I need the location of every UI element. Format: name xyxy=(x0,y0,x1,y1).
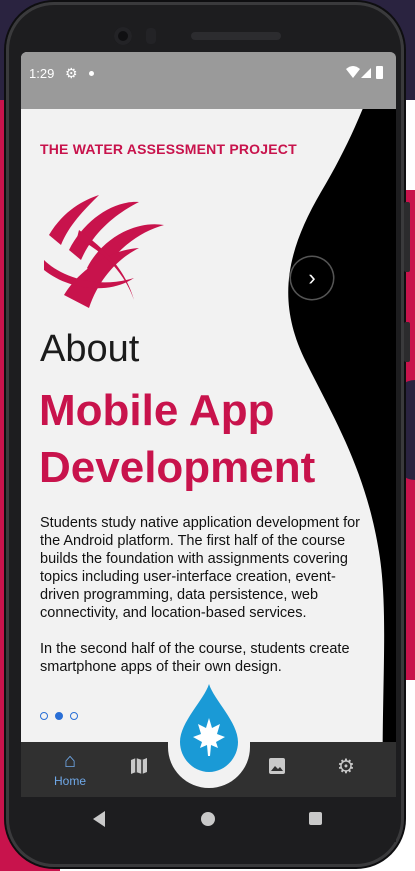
dot-icon xyxy=(89,71,94,76)
university-logo-icon xyxy=(44,195,164,308)
project-title: THE WATER ASSESSMENT PROJECT xyxy=(40,141,297,157)
home-icon: ⌂ xyxy=(63,750,77,772)
nav-item-home[interactable]: ⌂ Home xyxy=(45,750,95,794)
nav-item-settings[interactable]: ⚙ xyxy=(321,756,371,797)
pager-dot-active[interactable] xyxy=(55,712,63,720)
description-paragraph-2: In the second half of the course, studen… xyxy=(40,641,350,675)
volume-button xyxy=(404,202,410,272)
camera-icon xyxy=(114,27,132,45)
system-navigation-bar xyxy=(21,797,396,842)
gear-icon: ⚙ xyxy=(65,65,78,81)
chevron-right-icon: › xyxy=(308,265,316,290)
settings-icon: ⚙ xyxy=(337,756,355,778)
pager-dot[interactable] xyxy=(40,712,48,720)
next-button[interactable]: › xyxy=(291,257,333,299)
battery-icon xyxy=(376,66,383,79)
speaker-grille xyxy=(191,32,281,40)
nav-item-map[interactable] xyxy=(114,756,164,797)
gallery-icon xyxy=(252,756,302,781)
recent-apps-icon[interactable] xyxy=(309,812,322,825)
pager-indicator xyxy=(40,712,78,720)
nav-item-gallery[interactable] xyxy=(252,756,302,797)
status-time: 1:29 xyxy=(29,66,55,81)
page-headline: Mobile App Development xyxy=(39,386,316,492)
sensor-icon xyxy=(146,28,156,44)
about-label: About xyxy=(40,328,140,370)
pager-dot[interactable] xyxy=(70,712,78,720)
app-screen: 1:29 ⚙ THE WATER ASSESSMENT PROJECT › Ab… xyxy=(21,52,396,797)
water-drop-logo-icon[interactable] xyxy=(178,682,240,774)
home-circle-icon[interactable] xyxy=(201,812,215,826)
description-paragraph-1: Students study native application develo… xyxy=(40,515,361,621)
wifi-icon xyxy=(346,66,372,82)
back-icon[interactable] xyxy=(93,811,105,827)
status-bar: 1:29 ⚙ xyxy=(21,52,396,109)
stage: 1:29 ⚙ THE WATER ASSESSMENT PROJECT › Ab… xyxy=(0,0,415,871)
nav-item-label: Home xyxy=(53,774,86,788)
power-button xyxy=(404,322,410,362)
map-icon xyxy=(114,756,164,781)
